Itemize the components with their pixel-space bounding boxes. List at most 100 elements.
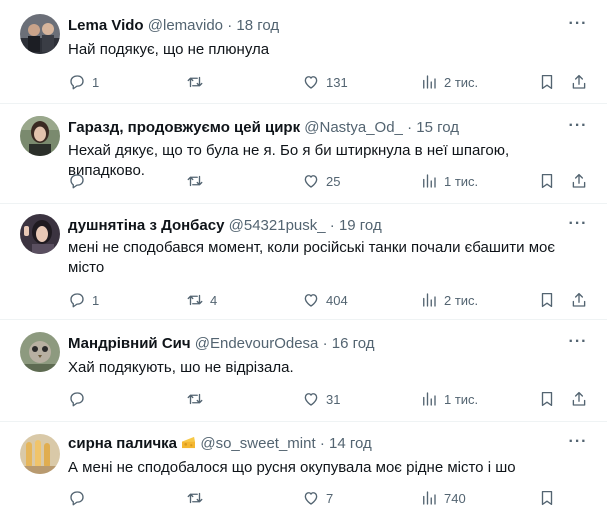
views-count: 2 тис. xyxy=(444,292,479,308)
tweet-text: Хай подякують, шо не відрізала. xyxy=(68,359,294,376)
retweet-button[interactable] xyxy=(186,170,210,192)
like-button[interactable]: 25 xyxy=(302,170,340,192)
avatar[interactable] xyxy=(20,332,60,372)
retweet-icon xyxy=(187,294,203,306)
more-icon[interactable]: ··· xyxy=(567,216,589,236)
author-name[interactable]: сирна паличка xyxy=(68,435,177,452)
separator-dot: · xyxy=(329,217,335,234)
share-button[interactable] xyxy=(570,71,588,93)
views-count: 2 тис. xyxy=(444,74,479,90)
avatar[interactable] xyxy=(20,434,60,474)
retweet-button[interactable]: 4 xyxy=(186,289,217,311)
reply-tweet[interactable]: Lema Vido @lemavido · 18 год ··· Най под… xyxy=(0,0,607,104)
author-handle[interactable]: @lemavido xyxy=(148,17,223,34)
reply-button[interactable]: 1 xyxy=(68,289,99,311)
reply-icon xyxy=(70,491,84,506)
bookmark-icon xyxy=(541,173,553,189)
timestamp[interactable]: 18 год xyxy=(236,17,279,34)
separator-dot: · xyxy=(322,335,328,352)
retweet-button[interactable] xyxy=(186,487,210,509)
bookmark-icon xyxy=(541,74,553,90)
like-button[interactable]: 7 xyxy=(302,487,333,509)
author-name[interactable]: Lema Vido xyxy=(68,17,144,34)
like-button[interactable]: 404 xyxy=(302,289,348,311)
reply-tweet[interactable]: сирна паличка @so_sweet_mint · 14 год ··… xyxy=(0,422,607,520)
avatar[interactable] xyxy=(20,214,60,254)
views-button[interactable]: 1 тис. xyxy=(420,170,478,192)
like-button[interactable]: 131 xyxy=(302,71,348,93)
bookmark-icon xyxy=(541,391,553,407)
views-button[interactable]: 2 тис. xyxy=(420,289,478,311)
separator-dot: · xyxy=(407,119,413,136)
action-bar: 7 740 xyxy=(68,487,590,509)
tweet-text: мені не сподобався момент, коли російськ… xyxy=(68,239,556,276)
action-bar: 1 4 404 2 тис. xyxy=(68,289,590,311)
avatar[interactable] xyxy=(20,14,60,54)
bookmark-button[interactable] xyxy=(538,71,556,93)
share-button[interactable] xyxy=(570,170,588,192)
bookmark-button[interactable] xyxy=(538,289,556,311)
bookmark-button[interactable] xyxy=(538,487,556,509)
author-handle[interactable]: @EndevourOdesa xyxy=(195,335,319,352)
reply-tweet[interactable]: душнятіна з Донбасу @54321pusk_ · 19 год… xyxy=(0,204,607,320)
share-button[interactable] xyxy=(570,388,588,410)
retweet-icon xyxy=(187,492,203,504)
retweet-icon xyxy=(187,175,203,187)
views-count: 740 xyxy=(444,490,466,506)
author-handle[interactable]: @so_sweet_mint xyxy=(200,435,315,452)
author-handle[interactable]: @Nastya_Od_ xyxy=(304,119,403,136)
retweet-button[interactable] xyxy=(186,71,210,93)
author-name[interactable]: душнятіна з Донбасу xyxy=(68,217,224,234)
timestamp[interactable]: 15 год xyxy=(416,119,459,136)
like-button[interactable]: 31 xyxy=(302,388,340,410)
reply-button[interactable] xyxy=(68,170,92,192)
like-count: 7 xyxy=(326,490,334,506)
avatar[interactable] xyxy=(20,116,60,156)
timestamp[interactable]: 16 год xyxy=(332,335,375,352)
reply-button[interactable] xyxy=(68,388,92,410)
reply-button[interactable] xyxy=(68,487,92,509)
retweet-icon xyxy=(187,393,203,405)
retweet-button[interactable] xyxy=(186,388,210,410)
views-icon xyxy=(423,75,436,89)
share-button[interactable] xyxy=(570,289,588,311)
author-name[interactable]: Мандрівний Сич xyxy=(68,335,191,352)
more-icon[interactable]: ··· xyxy=(567,16,589,36)
more-icon[interactable]: ··· xyxy=(567,118,589,138)
tweet-text: Най подякує, що не плюнула xyxy=(68,41,270,58)
timestamp[interactable]: 19 год xyxy=(339,217,382,234)
share-icon xyxy=(572,173,586,188)
tweet-text: А мені не сподобалося що русня окупувала… xyxy=(68,459,516,476)
reply-feed: Lema Vido @lemavido · 18 год ··· Най под… xyxy=(0,0,607,520)
reply-icon xyxy=(70,174,84,189)
views-count: 1 тис. xyxy=(444,173,479,189)
bookmark-button[interactable] xyxy=(538,170,556,192)
retweet-icon xyxy=(187,76,203,88)
action-bar: 1 131 2 тис. xyxy=(68,71,590,93)
views-button[interactable]: 2 тис. xyxy=(420,71,478,93)
reply-count: 1 xyxy=(92,292,100,308)
reply-tweet[interactable]: Мандрівний Сич @EndevourOdesa · 16 год ·… xyxy=(0,320,607,422)
bookmark-icon xyxy=(541,292,553,308)
author-handle[interactable]: @54321pusk_ xyxy=(229,217,326,234)
views-icon xyxy=(423,174,436,188)
reply-button[interactable]: 1 xyxy=(68,71,99,93)
views-count: 1 тис. xyxy=(444,391,479,407)
more-icon[interactable]: ··· xyxy=(567,434,589,454)
separator-dot: · xyxy=(319,435,325,452)
views-button[interactable]: 740 xyxy=(420,487,466,509)
reply-count: 1 xyxy=(92,74,100,90)
views-button[interactable]: 1 тис. xyxy=(420,388,478,410)
more-icon[interactable]: ··· xyxy=(567,334,589,354)
timestamp[interactable]: 14 год xyxy=(329,435,372,452)
bookmark-button[interactable] xyxy=(538,388,556,410)
reply-icon xyxy=(70,75,84,90)
reply-tweet[interactable]: Гаразд, продовжуємо цей цирк @Nastya_Od_… xyxy=(0,104,607,204)
like-count: 25 xyxy=(326,173,341,189)
author-name[interactable]: Гаразд, продовжуємо цей цирк xyxy=(68,119,300,136)
like-count: 31 xyxy=(326,391,341,407)
separator-dot: · xyxy=(227,17,233,34)
like-icon xyxy=(304,492,318,505)
reply-icon xyxy=(70,392,84,407)
retweet-count: 4 xyxy=(210,292,218,308)
